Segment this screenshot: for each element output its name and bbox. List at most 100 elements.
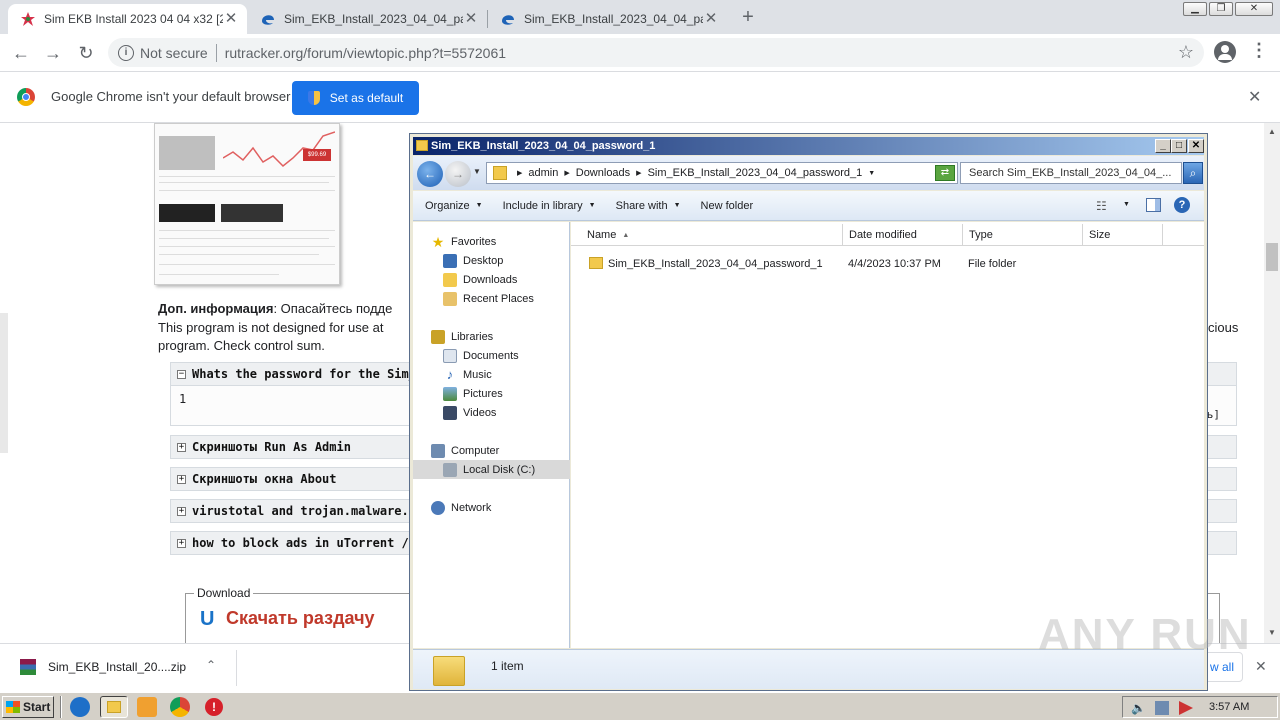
edge-icon <box>260 11 276 27</box>
close-button[interactable]: ✕ <box>1188 139 1204 153</box>
breadcrumb-admin[interactable]: admin <box>528 167 558 179</box>
view-options-icon[interactable]: ☷ <box>1096 199 1107 213</box>
chrome-icon[interactable] <box>170 697 190 717</box>
forward-icon[interactable]: → <box>40 40 66 66</box>
share-with-button[interactable]: Share with ▼ <box>616 200 681 212</box>
nav-local-disk[interactable]: Local Disk (C:) <box>413 460 570 479</box>
new-folder-button[interactable]: New folder <box>701 200 754 212</box>
close-window-button[interactable]: ✕ <box>1235 2 1273 16</box>
clock[interactable]: 3:57 AM <box>1209 701 1249 713</box>
nav-computer[interactable]: Computer <box>431 441 499 460</box>
organize-button[interactable]: Organize ▼ <box>425 200 483 212</box>
include-in-library-button[interactable]: Include in library ▼ <box>503 200 596 212</box>
minimize-button[interactable]: _ <box>1155 139 1171 153</box>
close-shelf-icon[interactable]: ✕ <box>1255 658 1267 675</box>
close-tab-icon[interactable]: ✕ <box>223 11 239 27</box>
network-tray-icon[interactable] <box>1155 701 1169 715</box>
page-scrollbar[interactable]: ▲ ▼ <box>1264 123 1280 643</box>
volume-icon[interactable]: 🔈 <box>1131 701 1146 715</box>
new-tab-button[interactable]: + <box>737 7 759 29</box>
taskbar: Start ! 🔈 3:57 AM <box>0 692 1280 720</box>
column-type[interactable]: Type <box>963 224 1083 246</box>
breadcrumb-dropdown-icon[interactable]: ▼ <box>868 170 875 177</box>
nav-libraries[interactable]: Libraries <box>431 327 493 346</box>
network-icon <box>431 500 445 515</box>
back-icon[interactable]: ← <box>8 40 34 66</box>
bookmark-star-icon[interactable]: ☆ <box>1178 42 1194 63</box>
close-tab-icon[interactable]: ✕ <box>703 11 719 27</box>
nav-network[interactable]: Network <box>431 498 491 517</box>
column-size[interactable]: Size <box>1083 224 1163 246</box>
stop-icon[interactable]: ! <box>205 698 223 716</box>
magnet-icon: U <box>200 608 215 630</box>
page-side-handle[interactable] <box>0 313 8 453</box>
set-as-default-button[interactable]: Set as default <box>292 81 419 115</box>
profile-icon[interactable] <box>1214 41 1236 63</box>
explorer-taskbar-button[interactable] <box>100 696 128 718</box>
nav-recent-places[interactable]: Recent Places <box>443 289 534 308</box>
nav-music[interactable]: ♪ Music <box>443 365 492 384</box>
text-line <box>159 182 329 183</box>
post-image[interactable]: $99.69 <box>154 123 340 285</box>
menu-icon[interactable]: ⋮ <box>1250 40 1268 61</box>
start-button[interactable]: Start <box>2 696 54 718</box>
column-date-modified[interactable]: Date modified <box>843 224 963 246</box>
breadcrumb-folder[interactable]: Sim_EKB_Install_2023_04_04_password_1 <box>648 167 863 179</box>
file-row[interactable]: Sim_EKB_Install_2023_04_04_password_1 4/… <box>571 254 1204 274</box>
recent-pages-icon[interactable]: ▼ <box>473 167 481 176</box>
star-icon: ★ <box>431 233 445 250</box>
nav-pictures[interactable]: Pictures <box>443 384 503 403</box>
close-tab-icon[interactable]: ✕ <box>463 11 479 27</box>
music-icon: ♪ <box>446 366 454 382</box>
nav-videos[interactable]: Videos <box>443 403 496 422</box>
usb-photo <box>221 204 283 222</box>
back-icon[interactable]: ← <box>417 161 443 187</box>
info-line: program. Check control sum. <box>158 338 325 353</box>
browser-toolbar: ← → ↻ i Not secure rutracker.org/forum/v… <box>0 34 1280 71</box>
videos-icon <box>443 405 457 420</box>
search-input[interactable]: Search Sim_EKB_Install_2023_04_04_... <box>960 162 1182 184</box>
expand-icon: + <box>177 537 186 548</box>
ie-icon[interactable] <box>70 697 90 717</box>
media-player-icon[interactable] <box>137 697 157 717</box>
nav-downloads[interactable]: Downloads <box>443 270 517 289</box>
explorer-address-bar[interactable]: ▶ admin ▶ Downloads ▶ Sim_EKB_Install_20… <box>486 162 958 184</box>
column-name[interactable]: Name ▲ <box>571 224 843 246</box>
folder-large-icon <box>433 656 465 686</box>
scroll-down-icon[interactable]: ▼ <box>1268 628 1276 637</box>
text-line <box>159 190 335 191</box>
flag-icon[interactable] <box>1179 701 1193 715</box>
help-icon[interactable]: ? <box>1174 197 1190 213</box>
info-icon[interactable]: i <box>118 44 134 61</box>
explorer-titlebar[interactable]: Sim_EKB_Install_2023_04_04_password_1 _ … <box>413 137 1204 155</box>
file-type: File folder <box>968 258 1017 270</box>
nav-documents[interactable]: Documents <box>443 346 519 365</box>
breadcrumb-downloads[interactable]: Downloads <box>576 167 630 179</box>
address-bar[interactable]: i Not secure rutracker.org/forum/viewtop… <box>108 38 1204 67</box>
restore-button[interactable]: ❐ <box>1209 2 1233 16</box>
refresh-icon[interactable]: ⇄ <box>935 165 955 181</box>
breadcrumb-sep-icon: ▶ <box>636 170 642 177</box>
search-icon[interactable]: ⌕ <box>1183 162 1203 184</box>
scroll-thumb[interactable] <box>1266 243 1278 271</box>
nav-desktop[interactable]: Desktop <box>443 251 503 270</box>
tab-edge-1[interactable]: Sim_EKB_Install_2023_04_04_passw ✕ <box>248 4 487 34</box>
scroll-up-icon[interactable]: ▲ <box>1268 127 1276 136</box>
chevron-up-icon[interactable]: ⌃ <box>206 658 216 672</box>
spoiler-body-fragment: ь] <box>1206 408 1220 421</box>
close-infobar-icon[interactable]: ✕ <box>1248 87 1261 107</box>
reload-icon[interactable]: ↻ <box>73 40 99 66</box>
maximize-button[interactable]: □ <box>1171 139 1187 153</box>
download-link[interactable]: Скачать раздачу <box>226 608 375 629</box>
preview-pane-icon[interactable] <box>1146 198 1161 212</box>
text-line <box>159 264 335 265</box>
forward-icon[interactable]: → <box>445 161 471 187</box>
sort-up-icon: ▲ <box>622 231 630 239</box>
tab-edge-2[interactable]: Sim_EKB_Install_2023_04_04_passw ✕ <box>488 4 727 34</box>
view-dropdown-icon[interactable]: ▼ <box>1123 201 1130 208</box>
anyrun-watermark: ANY RUN <box>1038 610 1252 659</box>
download-filename[interactable]: Sim_EKB_Install_20....zip <box>48 660 186 674</box>
tab-rutracker[interactable]: Sim EKB Install 2023 04 04 x32 [2023 ✕ <box>8 4 247 34</box>
nav-favorites[interactable]: ★ Favorites <box>431 232 497 251</box>
minimize-button[interactable]: ▁ <box>1183 2 1207 16</box>
